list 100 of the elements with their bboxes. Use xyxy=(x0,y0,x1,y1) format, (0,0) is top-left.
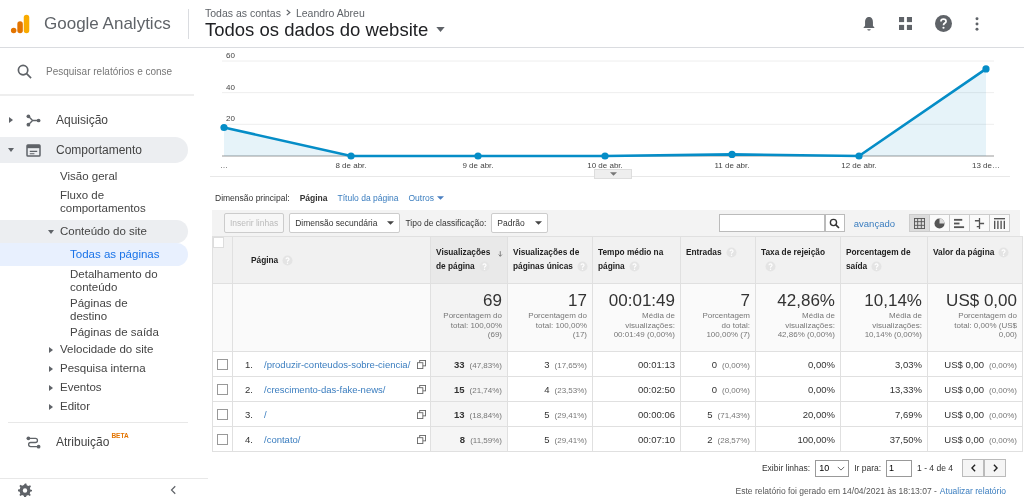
collapse-icon[interactable] xyxy=(170,485,176,495)
entries-value: 0 xyxy=(711,383,717,395)
rows-dropdown[interactable]: 10 xyxy=(815,459,850,477)
goto-field[interactable]: 1 xyxy=(886,459,913,477)
nav-item[interactable]: Comportamento xyxy=(0,137,188,163)
nav-item[interactable]: Todas as páginas xyxy=(0,243,188,266)
open-window-icon[interactable] xyxy=(417,359,426,369)
grid-icon xyxy=(914,217,925,229)
dimension-tab[interactable]: Página xyxy=(299,192,328,203)
axis-label: 60 xyxy=(226,51,235,60)
total-value: US$ 0,00 xyxy=(945,291,1017,311)
refresh-report-link[interactable]: Atualizar relatório xyxy=(939,486,1006,496)
nav-item[interactable]: Atribuição $^{BETA}$ xyxy=(0,429,188,455)
search-icon xyxy=(17,63,32,79)
nav-item[interactable]: Eventos xyxy=(0,378,188,397)
open-window-icon[interactable] xyxy=(417,409,426,419)
column-header[interactable]: Entradas xyxy=(680,236,756,284)
nav-item[interactable]: Velocidade do site xyxy=(0,340,188,359)
breadcrumb-link[interactable]: Leandro Abreu xyxy=(295,6,365,19)
nav-item[interactable]: Conteúdo do site xyxy=(0,220,188,243)
column-header[interactable]: Visualizações de página xyxy=(430,236,508,284)
axis-label: 8 de abr. xyxy=(335,161,367,170)
search-icon xyxy=(829,217,841,229)
search-button[interactable] xyxy=(824,214,845,232)
view-toggle-button[interactable] xyxy=(929,214,950,232)
table-cell: 3,03% xyxy=(840,351,928,377)
view-toggle-button[interactable] xyxy=(969,214,990,232)
row-checkbox[interactable] xyxy=(217,409,228,420)
view-selector[interactable]: Todos os dados do website xyxy=(205,18,429,41)
previous-page-button[interactable] xyxy=(962,459,984,477)
entries-value: 5 xyxy=(707,408,713,420)
nav-item[interactable]: Fluxo de comportamentos xyxy=(0,186,188,218)
table-cell: 0,00% xyxy=(755,351,841,377)
chart-toggle[interactable] xyxy=(594,169,632,179)
nav-item[interactable]: Aquisição xyxy=(0,107,188,133)
column-header[interactable]: Porcentagem de saída xyxy=(840,236,928,284)
share-value: (0,00%) xyxy=(989,385,1017,395)
total-value: 10,14% xyxy=(863,291,922,311)
row-number: 1. xyxy=(245,358,254,370)
column-header[interactable]: Visualizações de páginas únicas xyxy=(507,236,593,284)
chevron-left-icon xyxy=(970,464,976,472)
nav-item[interactable]: Pesquisa interna xyxy=(0,359,188,378)
bell-icon[interactable] xyxy=(862,15,876,32)
axis-label: … xyxy=(220,161,228,170)
table-search-field[interactable] xyxy=(718,214,825,232)
next-page-button[interactable] xyxy=(984,459,1006,477)
share-value: (71,43%) xyxy=(717,410,750,420)
page-link[interactable]: /crescimento-das-fake-news/ xyxy=(264,383,412,395)
settings-icon[interactable] xyxy=(18,483,32,497)
help-icon[interactable] xyxy=(935,15,952,32)
view-toggle-button[interactable] xyxy=(949,214,970,232)
caret-down-icon[interactable] xyxy=(436,27,446,32)
row-number: 4. xyxy=(245,433,254,445)
column-header[interactable]: Taxa de rejeição xyxy=(755,236,841,284)
total-note: Porcentagem do total: 100,00% (17) xyxy=(527,311,587,340)
nav-item[interactable]: Visão geral xyxy=(0,167,188,186)
page-link[interactable]: /produzir-conteudos-sobre-ciencia/ xyxy=(264,358,412,370)
advanced-link[interactable]: avançado xyxy=(853,217,895,229)
page-link[interactable]: / xyxy=(264,408,412,420)
column-header[interactable]: Tempo médio na página xyxy=(592,236,681,284)
row-checkbox[interactable] xyxy=(217,434,228,445)
nav-item[interactable]: Detalhamento do conteúdo xyxy=(0,267,160,295)
open-window-icon[interactable] xyxy=(417,434,426,444)
table-cell: 7,69% xyxy=(840,401,928,427)
select-all-checkbox[interactable] xyxy=(213,237,224,249)
page-link[interactable]: /contato/ xyxy=(264,433,412,445)
nav-item[interactable]: Editor xyxy=(0,397,188,416)
more-options-icon[interactable] xyxy=(975,16,979,31)
dimension-tab[interactable]: Outros xyxy=(408,192,444,203)
column-header[interactable]: Página xyxy=(232,236,431,284)
pie-chart-icon xyxy=(934,217,945,229)
unique-views-value: 4 xyxy=(544,383,550,395)
unique-views-value: 3 xyxy=(544,358,550,370)
row-checkbox[interactable] xyxy=(217,359,228,370)
page-value: US$ 0,00 xyxy=(944,433,984,445)
dimension-tab[interactable]: Título da página xyxy=(337,192,399,203)
total-value: 42,86% xyxy=(776,291,835,311)
view-toggle-button[interactable] xyxy=(989,214,1010,232)
table-cell: 00:00:06 xyxy=(592,401,681,427)
sort-type-dropdown[interactable]: Padrão xyxy=(491,213,548,233)
share-value: (21,74%) xyxy=(469,385,502,395)
apps-grid-icon[interactable] xyxy=(899,17,912,30)
open-window-icon[interactable] xyxy=(417,384,426,394)
total-note: Porcentagem do total: 100,00% (7) xyxy=(701,311,750,340)
table-cell: 37,50% xyxy=(840,426,928,452)
nav-item[interactable]: Páginas de destino xyxy=(0,296,160,324)
column-header[interactable]: Valor da página xyxy=(927,236,1023,284)
total-value: 69 xyxy=(482,291,502,311)
views-value: 13 xyxy=(453,408,465,420)
share-value: (47,83%) xyxy=(469,360,502,370)
view-toggle-button[interactable] xyxy=(909,214,930,232)
secondary-dimension-dropdown[interactable]: Dimensão secundária xyxy=(289,213,401,233)
row-checkbox[interactable] xyxy=(217,384,228,395)
data-point xyxy=(982,65,990,73)
breadcrumb-link[interactable]: Todas as contas xyxy=(205,6,281,19)
page-value: US$ 0,00 xyxy=(944,358,984,370)
views-value: 33 xyxy=(453,358,465,370)
share-value: (0,00%) xyxy=(722,360,750,370)
nav-item[interactable]: Páginas de saída xyxy=(0,325,160,340)
total-note: Porcentagem do total: 0,00% (US$ 0,00) xyxy=(953,311,1017,340)
